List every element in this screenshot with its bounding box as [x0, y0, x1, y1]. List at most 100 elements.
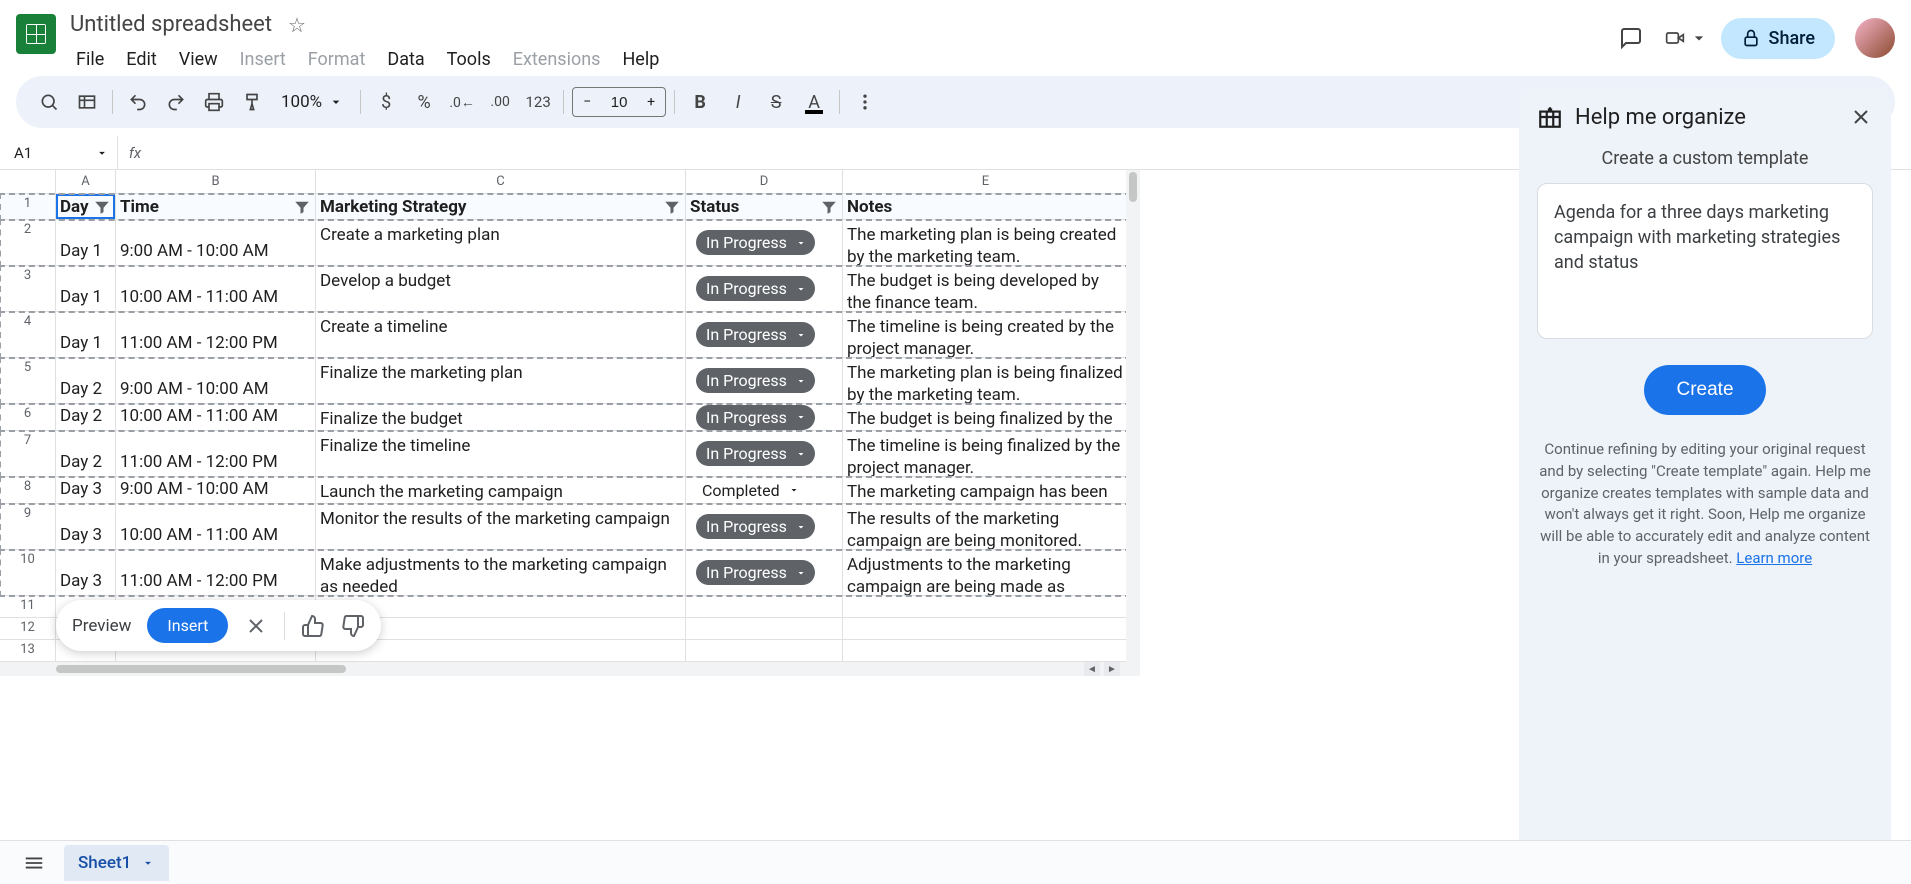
header-notes[interactable]: Notes: [843, 194, 1129, 219]
menu-insert[interactable]: Insert: [230, 43, 296, 76]
menu-help[interactable]: Help: [612, 43, 669, 76]
status-chip[interactable]: In Progress: [696, 276, 815, 301]
col-header-d[interactable]: D: [686, 170, 843, 193]
cell-notes[interactable]: The marketing plan is being finalized by…: [843, 358, 1129, 403]
col-header-e[interactable]: E: [843, 170, 1129, 193]
cell-strategy[interactable]: Finalize the timeline: [316, 431, 686, 476]
cell-time[interactable]: 11:00 AM - 12:00 PM: [116, 550, 316, 595]
cell-time[interactable]: 9:00 AM - 10:00 AM: [116, 220, 316, 265]
cell-notes[interactable]: Adjustments to the marketing campaign ar…: [843, 550, 1129, 595]
menu-file[interactable]: File: [66, 43, 114, 76]
horizontal-scrollbar[interactable]: ◄►: [0, 662, 1140, 676]
thumbs-down-icon[interactable]: [341, 614, 365, 638]
cell[interactable]: [843, 596, 1129, 617]
cell-status[interactable]: In Progress: [686, 358, 843, 403]
sheet-tab-sheet1[interactable]: Sheet1: [64, 845, 169, 881]
format-123-icon[interactable]: 123: [521, 85, 555, 119]
cell-time[interactable]: 10:00 AM - 11:00 AM: [116, 266, 316, 311]
learn-more-link[interactable]: Learn more: [1736, 549, 1812, 567]
cell-time[interactable]: 10:00 AM - 11:00 AM: [116, 404, 316, 430]
share-button[interactable]: Share: [1721, 18, 1835, 59]
status-chip[interactable]: Completed: [696, 478, 808, 503]
cell-strategy[interactable]: Finalize the budget: [316, 404, 686, 430]
cell-strategy[interactable]: Create a timeline: [316, 312, 686, 357]
status-chip[interactable]: In Progress: [696, 441, 815, 466]
cell-strategy[interactable]: Make adjustments to the marketing campai…: [316, 550, 686, 595]
cell-status[interactable]: In Progress: [686, 504, 843, 549]
close-panel-icon[interactable]: [1849, 105, 1873, 129]
percent-icon[interactable]: %: [407, 85, 441, 119]
row-header[interactable]: 9: [0, 504, 56, 549]
cell-notes[interactable]: The timeline is being created by the pro…: [843, 312, 1129, 357]
menu-format[interactable]: Format: [298, 43, 376, 76]
row-header[interactable]: 5: [0, 358, 56, 403]
row-header[interactable]: 4: [0, 312, 56, 357]
header-strategy[interactable]: Marketing Strategy: [316, 194, 686, 219]
cell-notes[interactable]: The marketing campaign has been launched…: [843, 477, 1129, 503]
cell-day[interactable]: Day 1: [56, 220, 116, 265]
spreadsheet-grid[interactable]: A B C D E 1DayTimeMarketing StrategyStat…: [0, 170, 1140, 662]
text-color-icon[interactable]: A: [797, 85, 831, 119]
more-icon[interactable]: [848, 85, 882, 119]
cell[interactable]: [686, 596, 843, 617]
status-chip[interactable]: In Progress: [696, 514, 815, 539]
cell-time[interactable]: 10:00 AM - 11:00 AM: [116, 504, 316, 549]
insert-button[interactable]: Insert: [147, 608, 228, 643]
cell-day[interactable]: Day 1: [56, 266, 116, 311]
undo-icon[interactable]: [121, 85, 155, 119]
status-chip[interactable]: In Progress: [696, 230, 815, 255]
create-button[interactable]: Create: [1644, 365, 1765, 415]
row-header[interactable]: 10: [0, 550, 56, 595]
prompt-textarea[interactable]: [1537, 183, 1873, 339]
row-header[interactable]: 11: [0, 596, 56, 617]
select-all-corner[interactable]: [0, 170, 56, 193]
cell-status[interactable]: In Progress: [686, 431, 843, 476]
vertical-scrollbar[interactable]: [1126, 170, 1140, 662]
comments-icon[interactable]: [1609, 16, 1653, 60]
close-icon[interactable]: [244, 614, 268, 638]
menu-extensions[interactable]: Extensions: [503, 43, 611, 76]
cell-strategy[interactable]: Monitor the results of the marketing cam…: [316, 504, 686, 549]
menu-view[interactable]: View: [169, 43, 228, 76]
cell[interactable]: [843, 640, 1129, 661]
cell-time[interactable]: 11:00 AM - 12:00 PM: [116, 312, 316, 357]
cell-strategy[interactable]: Launch the marketing campaign: [316, 477, 686, 503]
cell-day[interactable]: Day 2: [56, 431, 116, 476]
sheets-logo[interactable]: [16, 14, 56, 54]
cell-day[interactable]: Day 3: [56, 550, 116, 595]
cell-day[interactable]: Day 3: [56, 477, 116, 503]
cell-status[interactable]: In Progress: [686, 220, 843, 265]
filter-icon[interactable]: [293, 198, 311, 216]
row-header[interactable]: 2: [0, 220, 56, 265]
currency-icon[interactable]: $: [369, 85, 403, 119]
cell-notes[interactable]: The budget is being developed by the fin…: [843, 266, 1129, 311]
decrease-decimal-icon[interactable]: .0←: [445, 85, 479, 119]
paint-format-icon[interactable]: [235, 85, 269, 119]
meet-icon[interactable]: [1665, 16, 1709, 60]
cell-status[interactable]: In Progress: [686, 266, 843, 311]
zoom-select[interactable]: 100%: [273, 92, 352, 112]
col-header-b[interactable]: B: [116, 170, 316, 193]
status-chip[interactable]: In Progress: [696, 322, 815, 347]
menu-data[interactable]: Data: [377, 43, 434, 76]
cell-strategy[interactable]: Create a marketing plan: [316, 220, 686, 265]
increase-decimal-icon[interactable]: .00: [483, 85, 517, 119]
all-sheets-icon[interactable]: [16, 845, 52, 881]
cell-notes[interactable]: The timeline is being finalized by the p…: [843, 431, 1129, 476]
document-title[interactable]: Untitled spreadsheet: [66, 10, 276, 39]
cell-strategy[interactable]: Develop a budget: [316, 266, 686, 311]
scroll-left-icon[interactable]: ◄: [1084, 662, 1100, 676]
row-header[interactable]: 1: [0, 194, 56, 219]
header-status[interactable]: Status: [686, 194, 843, 219]
name-box[interactable]: A1: [6, 136, 118, 169]
cell-status[interactable]: In Progress: [686, 550, 843, 595]
cell-status[interactable]: Completed: [686, 477, 843, 503]
row-header[interactable]: 12: [0, 618, 56, 639]
row-header[interactable]: 7: [0, 431, 56, 476]
cell[interactable]: [686, 640, 843, 661]
cell-notes[interactable]: The marketing plan is being created by t…: [843, 220, 1129, 265]
cell-day[interactable]: Day 1: [56, 312, 116, 357]
font-size-input[interactable]: [601, 88, 637, 116]
filter-icon[interactable]: [663, 198, 681, 216]
cell-time[interactable]: 9:00 AM - 10:00 AM: [116, 358, 316, 403]
